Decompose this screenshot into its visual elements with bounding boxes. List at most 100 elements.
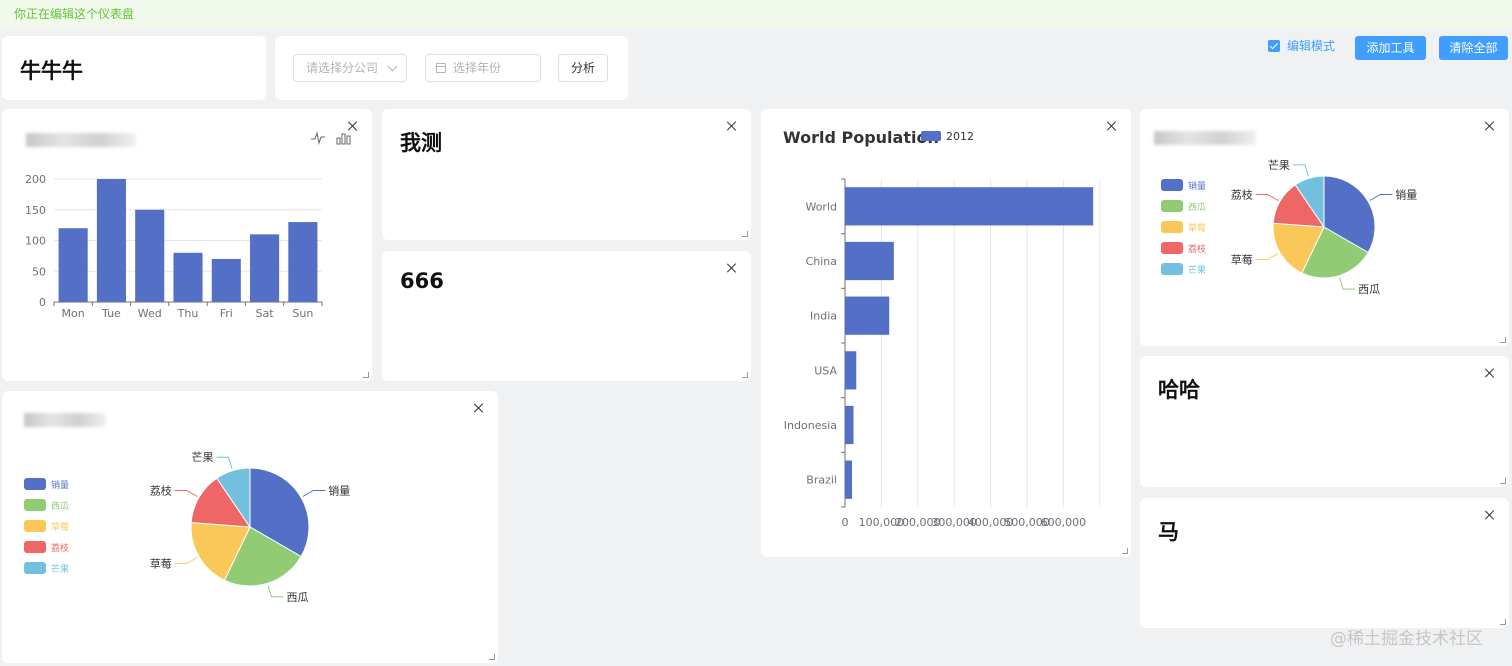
resize-handle[interactable] [742, 372, 748, 378]
x-tick-label: Fri [220, 307, 233, 320]
bar-chart-card: 0 50 100 150 200 Mon Tue Wed Thu Fri Sat Sun [2, 109, 372, 381]
text-card-1: 我测 [382, 109, 751, 240]
card-title: 马 [1158, 520, 1179, 544]
y-tick-label: Indonesia [784, 419, 837, 432]
legend-label: 荔枝 [51, 542, 69, 554]
analyze-button[interactable]: 分析 [558, 54, 608, 82]
checkbox-checked-icon [1268, 40, 1280, 52]
legend-label: 西瓜 [51, 501, 69, 512]
legend-swatch [24, 562, 46, 574]
y-tick-label: 150 [25, 204, 46, 217]
legend-swatch [1161, 263, 1183, 275]
label-leader [174, 490, 198, 497]
legend-label: 草莓 [51, 521, 69, 533]
legend-label: 西瓜 [1188, 202, 1206, 213]
calendar-icon [436, 63, 446, 73]
label-leader [1255, 253, 1279, 260]
filter-card: 请选择分公司 选择年份 分析 [275, 36, 628, 100]
legend-label: 芒果 [1188, 264, 1206, 276]
y-tick-label: China [806, 255, 837, 268]
legend-swatch [1161, 179, 1183, 191]
legend-label: 销量 [51, 479, 69, 491]
bar [135, 209, 165, 302]
resize-handle[interactable] [489, 654, 495, 660]
add-tool-button[interactable]: 添加工具 [1355, 36, 1426, 60]
close-icon[interactable] [1483, 508, 1497, 522]
legend-swatch [24, 499, 46, 511]
legend-label: 芒果 [51, 563, 69, 575]
bar [845, 296, 890, 335]
resize-handle[interactable] [742, 231, 748, 237]
y-tick-label: Brazil [806, 474, 837, 487]
close-icon[interactable] [725, 119, 739, 133]
pie-chart: 销量西瓜草莓荔枝芒果销量西瓜草莓荔枝芒果 [24, 451, 350, 604]
legend-swatch [1161, 200, 1183, 212]
legend-swatch [1161, 242, 1183, 254]
resize-handle[interactable] [1500, 619, 1506, 625]
resize-handle[interactable] [1122, 548, 1128, 554]
pie-chart: 销量西瓜草莓荔枝芒果销量西瓜草莓荔枝芒果 [1161, 159, 1417, 296]
legend-swatch [24, 478, 46, 490]
label-leader [1255, 194, 1279, 201]
close-icon[interactable] [1483, 366, 1497, 380]
y-tick-label: World [805, 200, 837, 213]
bar [845, 405, 854, 445]
y-tick-label: USA [814, 364, 837, 377]
pie-label: 销量 [1395, 188, 1417, 202]
label-leader [267, 585, 284, 598]
x-tick-label: Mon [62, 307, 85, 320]
clear-all-button[interactable]: 清除全部 [1439, 36, 1508, 60]
x-tick-label: Tue [101, 307, 121, 320]
pie-chart-card-right: 销量 西瓜 草莓 荔枝 芒果 销量 西瓜 草莓 荔枝 芒果 [1140, 109, 1509, 346]
legend-swatch [24, 520, 46, 532]
y-tick-label: 0 [39, 296, 46, 309]
pie-label: 草莓 [150, 558, 172, 571]
legend-label: 草莓 [1188, 222, 1206, 234]
y-tick-label: 50 [32, 265, 46, 278]
y-tick-label: 100 [25, 235, 46, 248]
company-select-placeholder: 请选择分公司 [306, 61, 379, 75]
resize-handle[interactable] [1500, 478, 1506, 484]
bar [211, 258, 241, 302]
bar [845, 460, 853, 499]
bar [845, 187, 1094, 226]
card-title: 哈哈 [1158, 378, 1200, 402]
pie-label: 荔枝 [150, 484, 172, 498]
x-tick-label: 0 [842, 516, 849, 529]
legend-swatch [921, 131, 941, 141]
year-picker[interactable]: 选择年份 [425, 54, 541, 82]
bar [58, 228, 88, 302]
pie-chart-card-left: 销量 西瓜 草莓 荔枝 芒果 销量 西瓜 草莓 荔枝 芒果 [2, 391, 498, 663]
bar [96, 179, 126, 302]
bar [288, 222, 318, 302]
company-select[interactable]: 请选择分公司 [293, 54, 407, 82]
x-tick-label: 600,000 [1041, 516, 1087, 529]
resize-handle[interactable] [363, 372, 369, 378]
dashboard-title-card: 牛牛牛 [2, 36, 266, 100]
text-card-2: 666 [382, 251, 751, 381]
x-tick-label: Thu [177, 307, 199, 320]
text-card-3: 哈哈 [1140, 356, 1509, 487]
resize-handle[interactable] [1500, 337, 1506, 343]
legend-label: 荔枝 [1188, 243, 1206, 255]
y-tick-label: India [810, 310, 837, 323]
bar [845, 351, 857, 390]
edit-banner: 你正在编辑这个仪表盘 [0, 0, 1512, 28]
page-title: 牛牛牛 [20, 59, 83, 83]
close-icon[interactable] [725, 261, 739, 275]
pie-label: 草莓 [1231, 254, 1253, 267]
text-card-4: 马 [1140, 498, 1509, 628]
world-population-chart: World Population 20120 100,000200,000300,0… [783, 128, 1101, 529]
legend-label: 2012 [946, 130, 974, 143]
card-title: 我测 [400, 131, 442, 155]
bar [250, 234, 280, 302]
pie-label: 芒果 [1268, 159, 1290, 172]
edit-mode-label: 编辑模式 [1287, 39, 1336, 53]
label-leader [1369, 194, 1393, 201]
label-leader [302, 490, 326, 497]
label-leader [1339, 277, 1356, 290]
pie-label: 西瓜 [287, 591, 309, 604]
label-leader [174, 557, 198, 564]
legend-swatch [1161, 221, 1183, 233]
label-leader [216, 456, 233, 469]
